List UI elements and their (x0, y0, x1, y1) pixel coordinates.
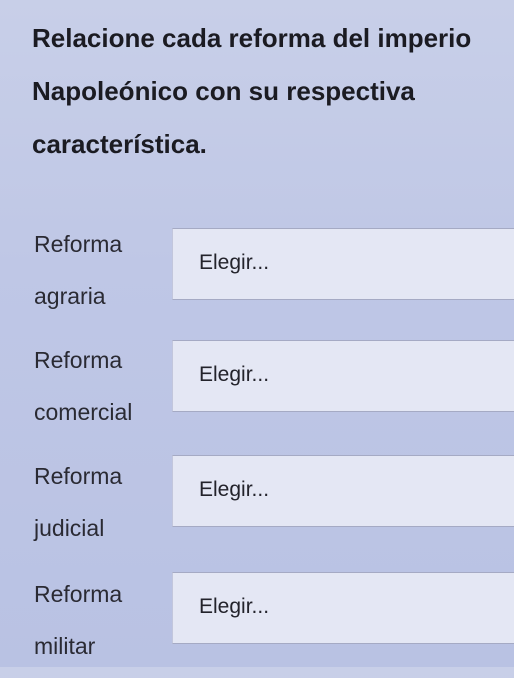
match-row-militar: Reforma militar Elegir... (0, 568, 514, 678)
select-value: Elegir... (199, 595, 270, 618)
select-reforma-agraria[interactable]: Elegir... (172, 228, 514, 300)
match-row-comercial: Reforma comercial Elegir... (0, 334, 514, 444)
question-text: Relacione cada reforma del imperio Napol… (32, 23, 472, 159)
row-label: Reforma judicial (34, 463, 123, 541)
row-label: Reforma agraria (34, 231, 123, 309)
select-value: Elegir... (199, 363, 270, 386)
select-reforma-judicial[interactable]: Elegir... (172, 455, 514, 527)
row-label: Reforma comercial (34, 347, 133, 425)
select-reforma-comercial[interactable]: Elegir... (172, 340, 514, 412)
select-reforma-militar[interactable]: Elegir... (172, 572, 514, 644)
row-label: Reforma militar (34, 581, 123, 659)
match-row-judicial: Reforma judicial Elegir... (0, 450, 514, 560)
match-row-agraria: Reforma agraria Elegir... (0, 218, 514, 328)
select-value: Elegir... (199, 251, 270, 274)
select-value: Elegir... (199, 478, 270, 501)
